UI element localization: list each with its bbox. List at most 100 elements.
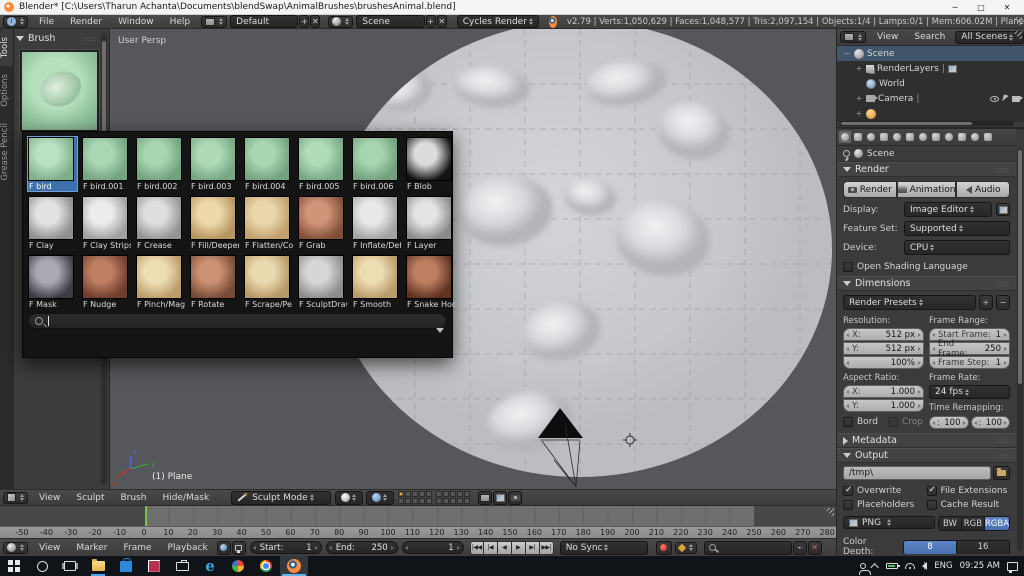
properties-tab-scene[interactable] <box>865 131 877 143</box>
render-button[interactable]: Render <box>843 181 897 198</box>
frame-rate-dropdown[interactable]: 24 fps <box>929 385 1010 399</box>
time-remap-field[interactable]: :100 <box>929 416 969 429</box>
image-editor-icon-button[interactable] <box>996 203 1010 216</box>
properties-tab-world[interactable] <box>878 131 890 143</box>
outliner-item-world[interactable]: World <box>837 76 1024 91</box>
delete-keyframe-button[interactable]: ✕ <box>808 541 822 555</box>
brush-item[interactable]: F Mask <box>28 255 77 309</box>
active-brush-preview[interactable] <box>20 50 99 132</box>
properties-tab-modifiers[interactable] <box>917 131 929 143</box>
add-preset-button[interactable]: + <box>979 295 993 310</box>
brush-item[interactable]: F Blob <box>406 137 455 191</box>
prev-keyframe-button[interactable]: |◀ <box>484 541 498 555</box>
file-format-dropdown[interactable]: PNG <box>843 516 935 529</box>
sync-mode-dropdown[interactable]: No Sync <box>560 541 648 555</box>
minimize-button[interactable]: ─ <box>942 0 968 14</box>
color-mode-rgb[interactable]: RGB <box>962 516 985 531</box>
play-reverse-button[interactable]: ◀ <box>498 541 512 555</box>
taskbar-appred-button[interactable] <box>140 556 168 576</box>
language-indicator[interactable]: ENG <box>934 561 952 571</box>
brush-item[interactable]: F Crease <box>136 196 185 250</box>
frame-range-field[interactable]: End Frame:250 <box>929 342 1010 355</box>
pointer-toggle-icon[interactable] <box>1002 94 1009 102</box>
expander-icon[interactable]: + <box>855 94 863 103</box>
mode-selector[interactable]: Sculpt Mode <box>231 491 331 505</box>
browse-folder-button[interactable] <box>993 466 1010 480</box>
brush-panel-header[interactable]: Brush :::: <box>16 33 97 44</box>
device-dropdown[interactable]: CPU <box>904 240 1010 255</box>
menu-marker[interactable]: Marker <box>68 543 115 553</box>
layer-grid-left[interactable] <box>398 491 432 504</box>
scene-icon-button[interactable] <box>328 16 353 28</box>
brush-item[interactable]: F bird.003 <box>190 137 239 191</box>
resolution-field[interactable]: Y:512 px <box>843 342 924 355</box>
outliner-item-camera[interactable]: +Camera| <box>837 91 1024 106</box>
menu-playback[interactable]: Playback <box>160 543 216 553</box>
brush-item[interactable]: F Layer <box>406 196 455 250</box>
viewport-shading-selector[interactable] <box>335 491 363 505</box>
brush-item[interactable]: F Snake Hook <box>406 255 455 309</box>
taskbar-explorer-button[interactable] <box>84 556 112 576</box>
render-panel-header[interactable]: Render :::: <box>837 162 1016 177</box>
preview-range-button[interactable] <box>217 541 231 555</box>
resolution-field[interactable]: X:512 px <box>843 328 924 341</box>
current-frame-indicator[interactable] <box>145 506 147 526</box>
brush-item[interactable]: F Rotate <box>190 255 239 309</box>
jump-start-button[interactable]: |◀◀ <box>470 541 484 555</box>
aspect-field[interactable]: X:1.000 <box>843 385 924 398</box>
properties-tab-object[interactable] <box>891 131 903 143</box>
keying-set-type-button[interactable] <box>675 542 697 554</box>
insert-keyframe-button[interactable]: ⌁ <box>793 541 807 555</box>
menu-brush[interactable]: Brush <box>112 493 154 503</box>
eye-toggle-icon[interactable] <box>990 96 999 102</box>
brush-item[interactable]: F Scrape/Pe... <box>244 255 293 309</box>
aspect-field[interactable]: Y:1.000 <box>843 399 924 412</box>
taskbar-search-button[interactable] <box>28 556 56 576</box>
menu-file[interactable]: File <box>31 17 62 27</box>
expander-icon[interactable]: + <box>855 64 863 73</box>
maximize-button[interactable]: □ <box>968 0 994 14</box>
expander-icon[interactable]: + <box>855 109 863 118</box>
menu-help[interactable]: Help <box>162 17 199 27</box>
brush-item[interactable]: F Pinch/Mag... <box>136 255 185 309</box>
editor-type-button-timeline[interactable] <box>3 542 28 554</box>
next-keyframe-button[interactable]: ▶| <box>526 541 540 555</box>
start-frame-field[interactable]: Start:1 <box>250 541 322 554</box>
taskbar-mail-button[interactable] <box>168 556 196 576</box>
close-button[interactable]: ✕ <box>994 0 1020 14</box>
brush-item[interactable]: F Clay Strips <box>82 196 131 250</box>
dimensions-panel-header[interactable]: Dimensions :::: <box>837 276 1016 291</box>
brush-item[interactable]: F bird.005 <box>298 137 347 191</box>
color-depth-8[interactable]: 8 <box>903 540 957 555</box>
properties-tab-particles[interactable] <box>969 131 981 143</box>
brush-item[interactable]: F Inflate/Defl <box>352 196 401 250</box>
brush-item[interactable]: F bird.004 <box>244 137 293 191</box>
brush-item[interactable]: F bird.006 <box>352 137 401 191</box>
editor-type-button-outliner[interactable] <box>840 31 866 43</box>
delete-layout-button[interactable]: ✕ <box>310 15 320 28</box>
time-remap-field[interactable]: :100 <box>971 416 1011 429</box>
output-path-field[interactable]: /tmp\ <box>843 466 991 480</box>
color-mode-bw[interactable]: BW <box>938 516 962 531</box>
pin-icon[interactable] <box>843 150 850 157</box>
brush-item[interactable]: F bird <box>28 137 77 191</box>
feature-set-dropdown[interactable]: Supported <box>904 221 1010 236</box>
outliner-horizontal-scrollbar[interactable] <box>839 121 1014 126</box>
expander-icon[interactable]: − <box>843 49 851 58</box>
jump-end-button[interactable]: ▶▶| <box>540 541 554 555</box>
properties-tab-constraints[interactable] <box>904 131 916 143</box>
manipulator-toggle-button[interactable] <box>478 491 492 505</box>
menu-hide-mask[interactable]: Hide/Mask <box>154 493 217 503</box>
auto-keyframe-record-button[interactable] <box>656 541 672 555</box>
osl-checkbox[interactable] <box>843 262 853 272</box>
remove-preset-button[interactable]: − <box>996 295 1010 310</box>
properties-tab-data[interactable] <box>930 131 942 143</box>
taskbar-store-button[interactable] <box>112 556 140 576</box>
brush-item[interactable]: F Fill/Deepen <box>190 196 239 250</box>
brush-item[interactable]: F Nudge <box>82 255 131 309</box>
shelf-tab-grease-pencil[interactable]: Grease Pencil <box>0 115 14 189</box>
properties-tab-material[interactable] <box>943 131 955 143</box>
brush-item[interactable]: F bird.001 <box>82 137 131 191</box>
display-dropdown[interactable]: Image Editor <box>904 202 992 217</box>
brush-item[interactable]: F Flatten/Co... <box>244 196 293 250</box>
